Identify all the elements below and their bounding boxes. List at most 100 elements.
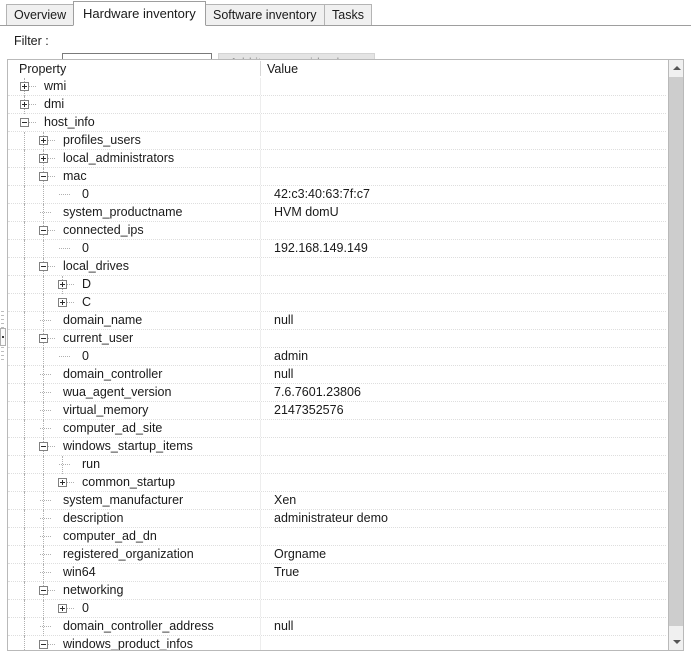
column-header-property[interactable]: Property xyxy=(19,62,66,76)
expand-toggle-icon[interactable] xyxy=(20,100,29,109)
property-name: wmi xyxy=(44,79,67,93)
tree-guide-line xyxy=(29,104,36,106)
cell-divider xyxy=(260,222,261,239)
property-name: run xyxy=(82,457,101,471)
tab-overview[interactable]: Overview xyxy=(6,4,75,26)
property-name: current_user xyxy=(63,331,134,345)
tree-guide-line xyxy=(40,320,51,322)
property-name: registered_organization xyxy=(63,547,194,561)
tree-row[interactable]: current_user xyxy=(8,330,666,348)
cell-divider xyxy=(260,582,261,599)
tree-row[interactable]: local_administrators xyxy=(8,150,666,168)
tree-guide-line xyxy=(24,384,26,402)
tree-row[interactable]: domain_controller null xyxy=(8,366,666,384)
tree-row[interactable]: 0 xyxy=(8,600,666,618)
vertical-scrollbar[interactable] xyxy=(668,59,684,651)
tree-row[interactable]: connected_ips xyxy=(8,222,666,240)
expand-toggle-icon[interactable] xyxy=(39,154,48,163)
tree-guide-line xyxy=(24,546,26,564)
expand-toggle-icon[interactable] xyxy=(58,298,67,307)
splitter-handle[interactable] xyxy=(0,328,6,346)
tree-guide-line xyxy=(48,590,55,592)
tree-row[interactable]: 0 admin xyxy=(8,348,666,366)
expand-toggle-icon[interactable] xyxy=(20,82,29,91)
scroll-down-button[interactable] xyxy=(669,634,683,650)
tree-row[interactable]: virtual_memory 2147352576 xyxy=(8,402,666,420)
tab-hardware-inventory[interactable]: Hardware inventory xyxy=(73,1,206,26)
collapse-toggle-icon[interactable] xyxy=(39,586,48,595)
property-name: 0 xyxy=(82,241,89,255)
tree-row[interactable]: description administrateur demo xyxy=(8,510,666,528)
cell-divider xyxy=(260,402,261,419)
cell-divider xyxy=(260,438,261,455)
toggle-minus-bar xyxy=(41,176,46,177)
expand-toggle-icon[interactable] xyxy=(58,280,67,289)
tree-row[interactable]: host_info xyxy=(8,114,666,132)
collapse-toggle-icon[interactable] xyxy=(20,118,29,127)
tree-row[interactable]: win64 True xyxy=(8,564,666,582)
property-name: common_startup xyxy=(82,475,176,489)
tree-row[interactable]: common_startup xyxy=(8,474,666,492)
tree-row[interactable]: computer_ad_dn xyxy=(8,528,666,546)
tree-guide-line xyxy=(67,482,74,484)
collapse-toggle-icon[interactable] xyxy=(39,262,48,271)
tree-row[interactable]: profiles_users xyxy=(8,132,666,150)
cell-divider xyxy=(260,132,261,149)
toggle-plus-bar xyxy=(43,138,44,143)
cell-divider xyxy=(260,186,261,203)
tree-guide-line xyxy=(48,230,55,232)
tree-guide-line xyxy=(40,410,51,412)
collapse-toggle-icon[interactable] xyxy=(39,334,48,343)
tree-row[interactable]: wmi xyxy=(8,78,666,96)
property-name: profiles_users xyxy=(63,133,141,147)
cell-divider xyxy=(260,618,261,635)
tree-guide-line xyxy=(24,168,26,186)
expand-toggle-icon[interactable] xyxy=(58,604,67,613)
tree-guide-line xyxy=(40,536,51,538)
tree-guide-line xyxy=(48,140,55,142)
tree-row[interactable]: system_productname HVM domU xyxy=(8,204,666,222)
tree-row[interactable]: domain_name null xyxy=(8,312,666,330)
tree-guide-line xyxy=(24,222,26,240)
property-name: domain_controller xyxy=(63,367,163,381)
tree-row[interactable]: 0 192.168.149.149 xyxy=(8,240,666,258)
tree-row[interactable]: 0 42:c3:40:63:7f:c7 xyxy=(8,186,666,204)
tree-row[interactable]: registered_organization Orgname xyxy=(8,546,666,564)
tree-guide-line xyxy=(24,510,26,528)
property-value: null xyxy=(274,367,294,381)
tree-row[interactable]: mac xyxy=(8,168,666,186)
tree-row[interactable]: C xyxy=(8,294,666,312)
property-value: 2147352576 xyxy=(274,403,344,417)
column-divider[interactable] xyxy=(260,61,261,76)
tree-row[interactable]: D xyxy=(8,276,666,294)
collapse-toggle-icon[interactable] xyxy=(39,640,48,649)
tree-guide-line xyxy=(24,276,26,294)
cell-divider xyxy=(260,564,261,581)
scroll-up-button[interactable] xyxy=(669,60,683,76)
tab-software-inventory[interactable]: Software inventory xyxy=(205,4,325,26)
tree-row[interactable]: computer_ad_site xyxy=(8,420,666,438)
tree-row[interactable]: local_drives xyxy=(8,258,666,276)
expand-toggle-icon[interactable] xyxy=(58,478,67,487)
tree-row[interactable]: domain_controller_address null xyxy=(8,618,666,636)
cell-divider xyxy=(260,168,261,185)
column-header-value[interactable]: Value xyxy=(267,62,298,76)
tree-row[interactable]: windows_startup_items xyxy=(8,438,666,456)
scrollbar-thumb[interactable] xyxy=(669,77,683,626)
tree-row[interactable]: system_manufacturer Xen xyxy=(8,492,666,510)
tree-guide-line xyxy=(24,618,26,636)
collapse-toggle-icon[interactable] xyxy=(39,172,48,181)
expand-toggle-icon[interactable] xyxy=(39,136,48,145)
tree-row[interactable]: windows_product_infos xyxy=(8,636,666,650)
tree-guide-line xyxy=(24,420,26,438)
tree-row[interactable]: networking xyxy=(8,582,666,600)
grid-header-row: Property Value xyxy=(8,60,683,78)
tree-row[interactable]: wua_agent_version 7.6.7601.23806 xyxy=(8,384,666,402)
tree-row[interactable]: run xyxy=(8,456,666,474)
collapse-toggle-icon[interactable] xyxy=(39,442,48,451)
tree-guide-line xyxy=(40,212,51,214)
collapse-toggle-icon[interactable] xyxy=(39,226,48,235)
tree-guide-line xyxy=(24,528,26,546)
tab-tasks[interactable]: Tasks xyxy=(324,4,372,26)
tree-row[interactable]: dmi xyxy=(8,96,666,114)
